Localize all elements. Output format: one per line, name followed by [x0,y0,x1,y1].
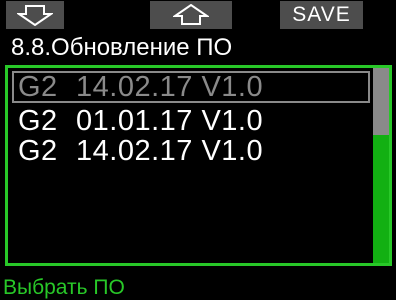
save-softkey-button[interactable]: SAVE [280,1,363,29]
list-item[interactable]: G2 01.01.17 V1.0 [18,106,263,136]
footer-hint: Выбрать ПО [3,276,125,299]
down-softkey-button[interactable] [6,1,64,29]
up-softkey-button[interactable] [150,1,232,29]
item-version: 01.01.17 V1.0 [76,105,264,137]
arrow-up-icon [173,4,209,25]
list-item-selected[interactable]: G2 14.02.17 V1.0 [12,71,370,103]
scrollbar[interactable] [373,68,389,263]
softkey-bar: SAVE [0,0,396,30]
scrollbar-track-fill [373,135,389,263]
list-item[interactable]: G2 14.02.17 V1.0 [18,136,263,166]
item-model: G2 [18,71,58,103]
save-label: SAVE [292,3,351,26]
page-title: 8.8.Обновление ПО [11,34,233,61]
arrow-down-icon [17,5,53,26]
item-model: G2 [18,135,58,167]
firmware-list: G2 14.02.17 V1.0 G2 01.01.17 V1.0 G2 14.02.… [5,65,392,266]
item-version: 14.02.17 V1.0 [76,135,264,167]
item-version: 14.02.17 V1.0 [76,71,264,103]
scrollbar-thumb[interactable] [373,68,389,135]
item-model: G2 [18,105,58,137]
